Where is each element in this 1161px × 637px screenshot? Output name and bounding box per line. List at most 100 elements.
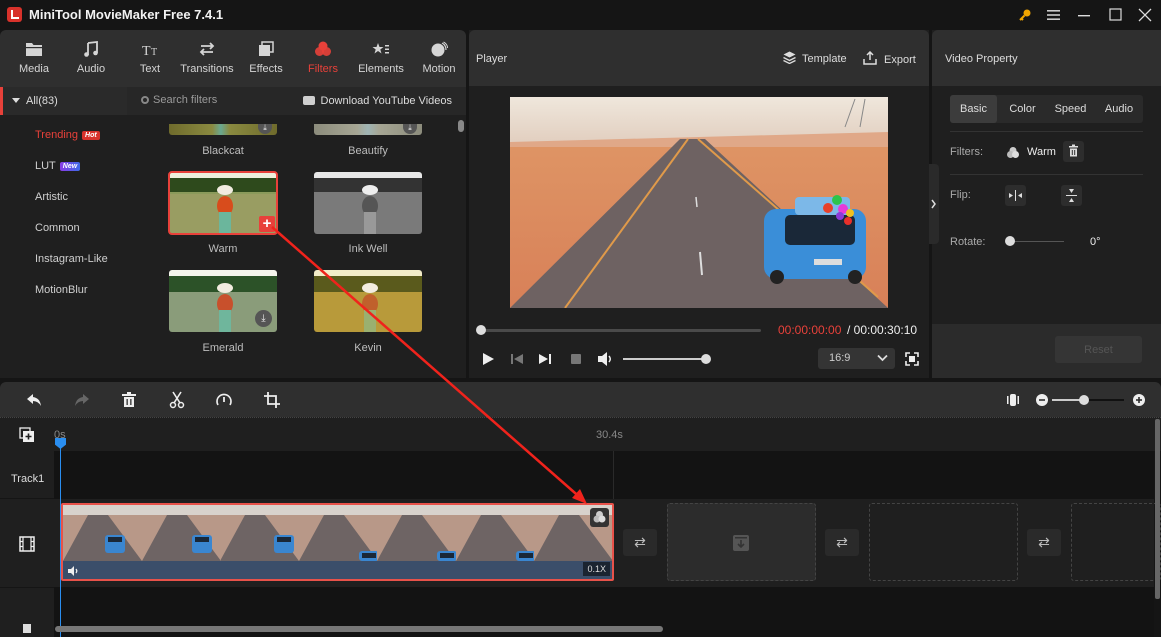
filter-thumb-beautify[interactable]: ⤓ xyxy=(314,124,422,135)
aspect-ratio-select[interactable]: 16:9 xyxy=(818,348,895,369)
volume-slider[interactable] xyxy=(623,354,711,364)
zoom-out-icon[interactable] xyxy=(1033,391,1051,409)
filter-thumb-emerald[interactable]: ⤓ xyxy=(169,270,277,332)
previous-frame-button[interactable] xyxy=(508,350,526,368)
timeline-ruler[interactable]: 0s 30.4s xyxy=(0,417,1161,451)
volume-icon[interactable] xyxy=(596,350,614,368)
timeline-zoom-slider[interactable] xyxy=(1052,395,1124,405)
filter-icon xyxy=(1007,147,1019,158)
key-icon[interactable] xyxy=(1013,4,1037,26)
category-instagram-like[interactable]: Instagram-Like xyxy=(35,253,108,265)
empty-clip-slot[interactable] xyxy=(1071,503,1161,581)
flip-horizontal-button[interactable] xyxy=(1005,185,1026,206)
flip-horizontal-icon xyxy=(1009,190,1022,201)
transition-slot-button[interactable]: ⇄ xyxy=(623,529,657,556)
video-clip[interactable]: 0.1X xyxy=(61,503,614,581)
minimize-icon[interactable] xyxy=(1073,4,1097,26)
tab-audio[interactable]: Audio xyxy=(1095,95,1143,123)
undo-icon[interactable] xyxy=(25,391,43,409)
playback-progress-bar[interactable] xyxy=(476,325,761,335)
tab-speed[interactable]: Speed xyxy=(1047,95,1094,123)
filter-thumb-blackcat[interactable]: ⤓ xyxy=(169,124,277,135)
clip-volume-icon[interactable] xyxy=(67,565,79,577)
category-trending[interactable]: Trending Hot xyxy=(35,129,100,141)
tab-color[interactable]: Color xyxy=(999,95,1046,123)
empty-clip-slot[interactable] xyxy=(869,503,1018,581)
rotate-knob[interactable] xyxy=(1005,236,1015,246)
next-frame-button[interactable] xyxy=(536,350,554,368)
play-button[interactable] xyxy=(479,350,497,368)
filter-label: Beautify xyxy=(348,145,388,157)
elements-icon xyxy=(372,43,389,54)
total-time: / 00:00:30:10 xyxy=(847,323,918,337)
download-icon[interactable]: ⤓ xyxy=(255,310,272,327)
template-button[interactable]: Template xyxy=(783,51,847,65)
tab-filters[interactable]: Filters xyxy=(294,30,352,87)
remove-filter-button[interactable] xyxy=(1063,141,1084,162)
video-preview[interactable] xyxy=(510,97,888,308)
collapse-panel-handle[interactable] xyxy=(929,164,939,244)
player-header: Player Template Export xyxy=(469,30,929,86)
tab-audio[interactable]: Audio xyxy=(62,30,120,87)
filter-thumb-warm[interactable]: + xyxy=(168,171,278,235)
tab-basic[interactable]: Basic xyxy=(950,95,997,123)
fullscreen-button[interactable] xyxy=(903,350,921,368)
tab-media[interactable]: Media xyxy=(5,30,63,87)
progress-knob[interactable] xyxy=(476,325,486,335)
tab-effects[interactable]: Effects xyxy=(237,30,295,87)
filter-thumb-ink-well[interactable] xyxy=(314,172,422,234)
add-filter-button[interactable]: + xyxy=(259,216,275,232)
media-toolbar: Media Audio TT Text Transitions Effects … xyxy=(0,30,466,87)
rotate-slider[interactable] xyxy=(1005,236,1064,246)
ruler-mark: 30.4s xyxy=(596,429,623,441)
download-icon[interactable]: ⤓ xyxy=(258,124,272,134)
tab-text[interactable]: TT Text xyxy=(121,30,179,87)
category-artistic[interactable]: Artistic xyxy=(35,191,68,203)
delete-icon[interactable] xyxy=(120,391,138,409)
filter-thumb-kevin[interactable] xyxy=(314,270,422,332)
search-input[interactable] xyxy=(153,94,303,106)
timeline-toolbar xyxy=(0,382,1161,417)
category-common[interactable]: Common xyxy=(35,222,80,234)
track-label: Track1 xyxy=(11,473,45,485)
export-button[interactable]: Export xyxy=(863,50,916,66)
redo-icon[interactable] xyxy=(73,391,91,409)
timeline-vertical-scrollbar[interactable] xyxy=(1155,419,1160,599)
zoom-in-icon[interactable] xyxy=(1130,391,1148,409)
playhead-line[interactable] xyxy=(60,440,61,637)
volume-knob[interactable] xyxy=(701,354,711,364)
menu-icon[interactable] xyxy=(1042,4,1066,26)
category-lut[interactable]: LUT New xyxy=(35,160,81,172)
clip-end-marker xyxy=(613,451,614,499)
empty-clip-slot[interactable] xyxy=(667,503,816,581)
add-track-icon[interactable] xyxy=(19,427,35,443)
split-icon[interactable] xyxy=(168,391,186,409)
download-youtube-link[interactable]: Download YouTube Videos xyxy=(302,95,452,107)
stop-button[interactable] xyxy=(567,350,585,368)
maximize-icon[interactable] xyxy=(1104,4,1128,26)
crop-icon[interactable] xyxy=(263,391,281,409)
tab-motion[interactable]: Motion xyxy=(410,30,468,87)
filter-scrollbar[interactable] xyxy=(458,120,464,132)
speed-icon[interactable] xyxy=(215,391,233,409)
clip-filter-badge[interactable] xyxy=(590,508,609,527)
search-bar: Download YouTube Videos xyxy=(127,87,466,115)
close-icon[interactable] xyxy=(1133,4,1157,26)
flip-vertical-button[interactable] xyxy=(1061,185,1082,206)
filters-label: Filters: xyxy=(950,146,983,158)
filter-label: Ink Well xyxy=(348,243,388,255)
fit-timeline-icon[interactable] xyxy=(1004,391,1022,409)
motion-icon xyxy=(431,41,448,57)
tab-transitions[interactable]: Transitions xyxy=(178,30,236,87)
category-panel: All(83) Trending Hot LUT New Artistic Comm… xyxy=(0,87,127,378)
zoom-knob[interactable] xyxy=(1079,395,1089,405)
category-motionblur[interactable]: MotionBlur xyxy=(35,284,88,296)
app-logo-icon xyxy=(7,7,22,22)
transition-slot-button[interactable]: ⇄ xyxy=(1027,529,1061,556)
category-all[interactable]: All(83) xyxy=(0,87,127,115)
reset-button[interactable]: Reset xyxy=(1055,336,1142,363)
download-icon[interactable]: ⤓ xyxy=(403,124,417,134)
tab-elements[interactable]: Elements xyxy=(352,30,410,87)
transition-slot-button[interactable]: ⇄ xyxy=(825,529,859,556)
timeline-horizontal-scrollbar[interactable] xyxy=(55,626,663,632)
